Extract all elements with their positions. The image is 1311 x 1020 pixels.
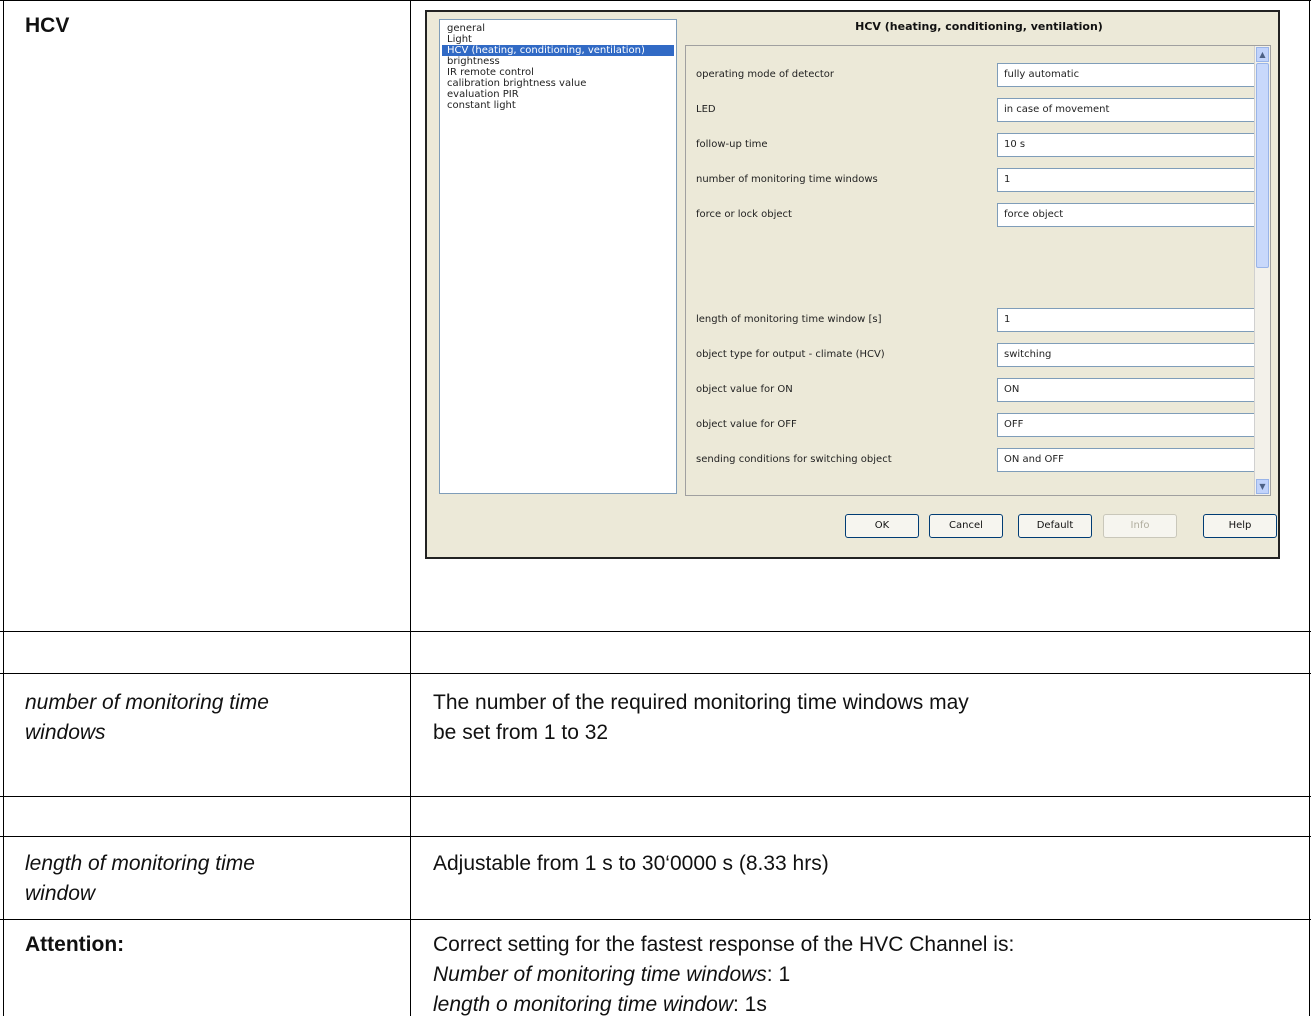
scrollbar-thumb[interactable] [1256,63,1269,268]
tree-item-hcv[interactable]: HCV (heating, conditioning, ventilation) [442,45,674,56]
cancel-button[interactable]: Cancel [929,514,1003,538]
object-type-select[interactable]: switching [997,343,1267,367]
table-row-divider [0,796,1311,797]
param-label: sending conditions for switching object [696,454,892,465]
tree-item-calibration-brightness[interactable]: calibration brightness value [442,78,674,89]
follow-up-time-select[interactable]: 10 s [997,133,1267,157]
default-button[interactable]: Default [1018,514,1092,538]
table-border-left [3,0,4,1016]
tree-item-brightness[interactable]: brightness [442,56,674,67]
table-row-divider [0,919,1311,920]
param-label: force or lock object [696,209,792,220]
param-label: object type for output - climate (HCV) [696,349,885,360]
param-name-line: windows [25,721,106,744]
table-border-top [0,0,1311,1]
parameter-dialog: general Light HCV (heating, conditioning… [425,10,1280,559]
desc-line: The number of the required monitoring ti… [433,691,969,714]
param-desc-monitoring-windows: The number of the required monitoring ti… [433,688,969,748]
param-row: force or lock object force object [686,203,1267,229]
parameter-tree[interactable]: general Light HCV (heating, conditioning… [439,19,677,494]
param-name-monitoring-windows: number of monitoring time windows [25,688,269,748]
scroll-down-icon[interactable]: ▼ [1256,479,1269,494]
param-label: number of monitoring time windows [696,174,878,185]
table-row-divider [0,673,1311,674]
table-row-divider [0,836,1311,837]
desc-line: be set from 1 to 32 [433,721,609,744]
ok-button[interactable]: OK [845,514,919,538]
window-length-input[interactable]: 1 [997,308,1267,332]
attention-param-value: : 1s [733,993,767,1016]
attention-line: Correct setting for the fastest response… [433,933,1015,956]
tree-item-general[interactable]: general [442,23,674,34]
operating-mode-select[interactable]: fully automatic [997,63,1267,87]
param-name-length-window: length of monitoring time window [25,849,255,909]
monitoring-windows-input[interactable]: 1 [997,168,1267,192]
table-row-divider [0,631,1311,632]
attention-param-name: Number of monitoring time windows [433,963,767,986]
param-row: number of monitoring time windows 1 [686,168,1267,194]
tree-item-evaluation-pir[interactable]: evaluation PIR [442,89,674,100]
param-row: length of monitoring time window [s] 1 [686,308,1267,334]
section-label-hcv: HCV [25,14,70,37]
attention-label: Attention: [25,933,125,956]
param-row: object value for OFF OFF [686,413,1267,439]
param-row: operating mode of detector fully automat… [686,63,1267,89]
dialog-button-bar: OK Cancel Default Info Help [427,502,1278,542]
force-lock-select[interactable]: force object [997,203,1267,227]
tree-item-light[interactable]: Light [442,34,674,45]
attention-line: Number of monitoring time windows: 1 [433,960,1014,990]
scroll-up-icon[interactable]: ▲ [1256,47,1269,62]
param-desc-length-window: Adjustable from 1 s to 30‘0000 s (8.33 h… [433,852,829,875]
table-border-right [1309,0,1310,1016]
param-row: follow-up time 10 s [686,133,1267,159]
attention-param-name: length o monitoring time window [433,993,733,1016]
vertical-scrollbar[interactable]: ▲ ▼ [1254,46,1270,495]
tree-item-ir-remote-control[interactable]: IR remote control [442,67,674,78]
param-name-line: number of monitoring time [25,691,269,714]
value-on-select[interactable]: ON [997,378,1267,402]
value-off-select[interactable]: OFF [997,413,1267,437]
help-button[interactable]: Help [1203,514,1277,538]
param-label: object value for ON [696,384,793,395]
tree-item-constant-light[interactable]: constant light [442,100,674,111]
attention-text: Correct setting for the fastest response… [433,930,1014,1020]
sending-conditions-select[interactable]: ON and OFF [997,448,1267,472]
info-button[interactable]: Info [1103,514,1177,538]
parameter-panel: operating mode of detector fully automat… [685,45,1271,496]
param-label: LED [696,104,716,115]
attention-param-value: : 1 [766,963,791,986]
param-label: follow-up time [696,139,768,150]
led-select[interactable]: in case of movement [997,98,1267,122]
param-row: LED in case of movement [686,98,1267,124]
param-label: object value for OFF [696,419,797,430]
param-name-line: length of monitoring time [25,852,255,875]
table-column-divider [410,0,411,1016]
dialog-title: HCV (heating, conditioning, ventilation) [855,20,1103,33]
param-label: operating mode of detector [696,69,834,80]
param-row: sending conditions for switching object … [686,448,1267,474]
param-label: length of monitoring time window [s] [696,314,882,325]
param-name-line: window [25,882,96,905]
param-row: object type for output - climate (HCV) s… [686,343,1267,369]
param-row: object value for ON ON [686,378,1267,404]
